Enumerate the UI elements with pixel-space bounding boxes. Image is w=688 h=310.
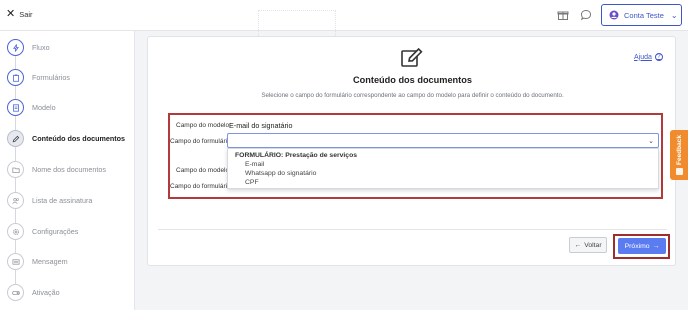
help-label: Ajuda bbox=[634, 53, 652, 61]
sidebar-step-label: Formulários bbox=[32, 73, 70, 82]
account-label: Conta Teste bbox=[624, 10, 664, 20]
steps-sidebar: Fluxo Formulários Modelo Conteúdo dos do… bbox=[0, 31, 135, 310]
footer-divider bbox=[158, 229, 667, 230]
feedback-label: Feedback bbox=[675, 135, 683, 165]
gear-icon bbox=[7, 223, 24, 240]
sidebar-step-configuracoes[interactable]: Configurações bbox=[7, 223, 78, 240]
chat-icon[interactable] bbox=[580, 9, 592, 21]
edit-document-icon bbox=[401, 47, 423, 67]
sidebar-step-label: Modelo bbox=[32, 103, 56, 112]
sidebar-step-formularios[interactable]: Formulários bbox=[7, 69, 70, 86]
sidebar-step-lista-assinatura[interactable]: Lista de assinatura bbox=[7, 192, 92, 209]
arrow-right-icon: → bbox=[652, 242, 660, 250]
sidebar-step-label: Lista de assinatura bbox=[32, 196, 93, 205]
dropdown-option-whatsapp[interactable]: Whatsapp do signatário bbox=[245, 170, 316, 177]
sidebar-step-label: Conteúdo dos documentos bbox=[32, 134, 126, 143]
form-field-dropdown: FORMULÁRIO: Prestação de serviços E-mail… bbox=[227, 148, 659, 189]
exit-label: Sair bbox=[19, 9, 33, 19]
users-icon bbox=[7, 192, 24, 209]
close-icon: ✕ bbox=[6, 8, 16, 20]
message-icon bbox=[7, 253, 24, 270]
toggle-icon bbox=[7, 284, 24, 301]
gift-icon[interactable] bbox=[557, 9, 569, 21]
account-menu-button[interactable]: Conta Teste ⌄ bbox=[601, 4, 682, 26]
back-button[interactable]: ← Voltar bbox=[569, 237, 607, 253]
model-field-label: Campo do modelo: bbox=[176, 122, 231, 129]
top-bar: ✕ Sair Conta Teste ⌄ bbox=[0, 0, 688, 31]
sidebar-step-label: Nome dos documentos bbox=[32, 165, 106, 174]
next-label: Próximo bbox=[624, 242, 650, 250]
chevron-down-icon: ⌄ bbox=[648, 138, 654, 145]
sidebar-step-ativacao[interactable]: Ativação bbox=[7, 284, 60, 301]
folder-icon bbox=[7, 161, 24, 178]
next-button[interactable]: Próximo → bbox=[618, 238, 666, 254]
sidebar-step-label: Configurações bbox=[32, 227, 79, 236]
bolt-icon bbox=[7, 39, 24, 56]
sidebar-step-modelo[interactable]: Modelo bbox=[7, 99, 56, 116]
sidebar-step-fluxo[interactable]: Fluxo bbox=[7, 39, 50, 56]
arrow-left-icon: ← bbox=[574, 241, 582, 249]
document-icon bbox=[7, 99, 24, 116]
help-link[interactable]: Ajuda ? bbox=[634, 53, 663, 61]
sidebar-step-label: Mensagem bbox=[32, 257, 68, 266]
feedback-icon bbox=[675, 168, 683, 175]
form-field-label-2: Campo do formulário: bbox=[170, 183, 233, 190]
page-subtitle: Selecione o campo do formulário correspo… bbox=[261, 92, 564, 99]
chevron-down-icon: ⌄ bbox=[670, 10, 678, 20]
sidebar-step-nome-documentos[interactable]: Nome dos documentos bbox=[7, 161, 106, 178]
question-icon: ? bbox=[654, 53, 663, 61]
sidebar-step-mensagem[interactable]: Mensagem bbox=[7, 253, 68, 270]
account-icon bbox=[609, 10, 619, 20]
back-label: Voltar bbox=[584, 241, 602, 249]
form-field-label: Campo do formulário: bbox=[170, 138, 233, 145]
exit-button[interactable]: ✕ Sair bbox=[6, 8, 33, 20]
feedback-tab[interactable]: Feedback bbox=[670, 130, 688, 180]
dropdown-group-label: FORMULÁRIO: Prestação de serviços bbox=[235, 152, 358, 159]
dropdown-option-cpf[interactable]: CPF bbox=[245, 179, 259, 186]
form-field-select[interactable]: ⌄ bbox=[227, 133, 659, 148]
clipboard-icon bbox=[7, 69, 24, 86]
sidebar-step-label: Fluxo bbox=[32, 43, 50, 52]
edit-icon bbox=[7, 130, 24, 147]
sidebar-step-label: Ativação bbox=[32, 288, 60, 297]
page-title: Conteúdo dos documentos bbox=[353, 75, 472, 85]
dropdown-option-email[interactable]: E-mail bbox=[245, 161, 264, 168]
sidebar-step-conteudo[interactable]: Conteúdo dos documentos bbox=[7, 130, 125, 147]
model-field-value: E-mail do signatário bbox=[229, 121, 293, 130]
content-card: Ajuda ? Conteúdo dos documentos Selecion… bbox=[147, 36, 676, 266]
model-field-label-2: Campo do modelo: bbox=[176, 167, 231, 174]
